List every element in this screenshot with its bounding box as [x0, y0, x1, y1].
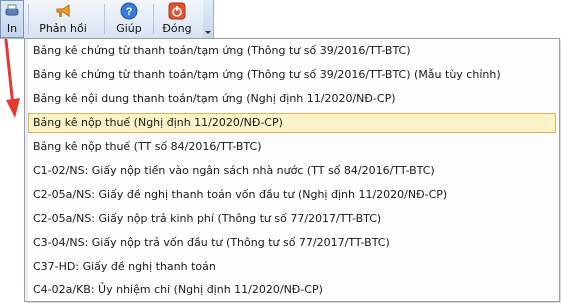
annotation-arrow-icon [4, 38, 20, 118]
menu-item[interactable]: Bảng kê chứng từ thanh toán/tạm ứng (Thô… [28, 41, 556, 61]
print-dropdown-menu: Bảng kê chứng từ thanh toán/tạm ứng (Thô… [24, 38, 560, 302]
print-icon [3, 2, 21, 20]
toolbar: In Phản hồi ? Giúp Đóng [0, 0, 214, 39]
power-icon [168, 2, 186, 20]
help-icon: ? [120, 2, 138, 20]
print-label: In [6, 22, 18, 35]
print-button[interactable]: In [0, 0, 24, 38]
menu-item[interactable]: C37-HD: Giấy đề nghị thanh toán [28, 257, 556, 277]
close-button[interactable]: Đóng [156, 0, 198, 37]
toolbar-separator [104, 4, 105, 34]
megaphone-icon [54, 2, 72, 20]
toolbar-separator [28, 4, 29, 34]
menu-item[interactable]: Bảng kê nội dung thanh toán/tạm ứng (Ngh… [28, 89, 556, 109]
svg-text:?: ? [126, 6, 133, 18]
menu-item-highlighted[interactable]: Bảng kê nộp thuế (Nghị định 11/2020/NĐ-C… [28, 113, 556, 133]
help-label: Giúp [116, 22, 142, 35]
menu-item[interactable]: C4-02a/KB: Ủy nhiệm chi (Nghị định 11/20… [28, 280, 556, 300]
toolbar-overflow[interactable] [203, 0, 213, 38]
chevron-down-icon [205, 31, 211, 34]
feedback-button[interactable]: Phản hồi [31, 0, 95, 37]
close-label: Đóng [162, 22, 192, 35]
menu-item[interactable]: Bảng kê chứng từ thanh toán/tạm ứng (Thô… [28, 65, 556, 85]
toolbar-separator [153, 4, 154, 34]
menu-item[interactable]: C2-05a/NS: Giấy nộp trả kinh phí (Thông … [28, 209, 556, 229]
feedback-label: Phản hồi [39, 22, 87, 35]
menu-item[interactable]: C2-05a/NS: Giấy đề nghị thanh toán vốn đ… [28, 185, 556, 205]
menu-item[interactable]: C1-02/NS: Giấy nộp tiền vào ngân sách nh… [28, 161, 556, 181]
help-button[interactable]: ? Giúp [108, 0, 150, 37]
menu-item[interactable]: C3-04/NS: Giấy nộp trả vốn đầu tư (Thông… [28, 233, 556, 253]
menu-item[interactable]: Bảng kê nộp thuế (TT số 84/2016/TT-BTC) [28, 137, 556, 157]
